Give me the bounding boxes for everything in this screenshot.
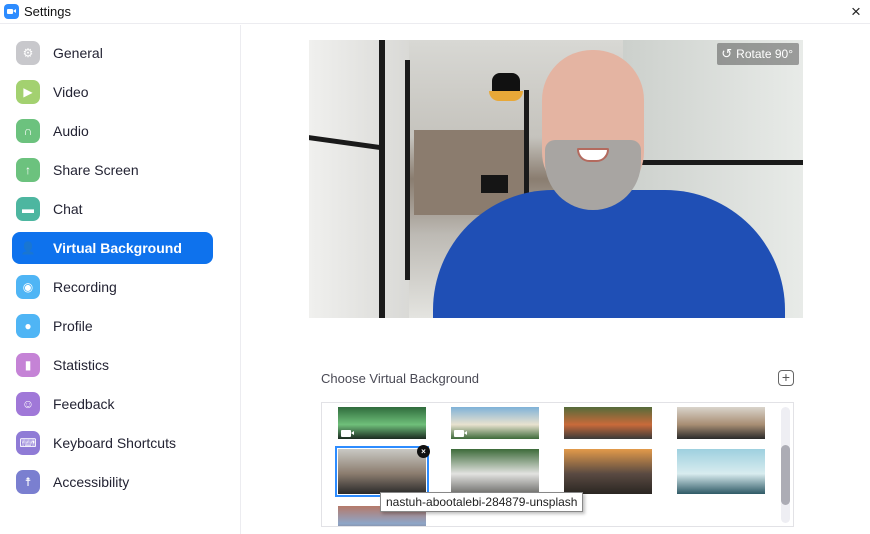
preview-background-tv: [481, 175, 508, 193]
delete-background-icon[interactable]: ×: [417, 445, 430, 458]
choose-background-label: Choose Virtual Background: [321, 371, 480, 386]
preview-background-wall: [309, 40, 409, 318]
sidebar-item-feedback[interactable]: ☺ Feedback: [12, 388, 213, 420]
chat-bubble-icon: ▬: [16, 197, 40, 221]
sidebar-item-label: Accessibility: [53, 474, 130, 490]
sidebar-item-label: General: [53, 45, 103, 61]
background-thumbnail-beach[interactable]: [451, 407, 539, 439]
preview-window-frame: [639, 160, 803, 165]
keyboard-icon: ⌨: [16, 431, 40, 455]
video-camera-icon: [454, 430, 467, 437]
background-thumbnail-aurora[interactable]: [338, 407, 426, 439]
video-camera-icon: [341, 430, 354, 437]
sidebar-item-label: Share Screen: [53, 162, 139, 178]
sidebar-item-keyboard-shortcuts[interactable]: ⌨ Keyboard Shortcuts: [12, 427, 213, 459]
gear-icon: ⚙: [16, 41, 40, 65]
preview-window-frame: [405, 60, 410, 280]
record-icon: ◉: [16, 275, 40, 299]
preview-pendant-lamp: [487, 65, 525, 109]
rotate-90-button[interactable]: ↺ Rotate 90°: [717, 43, 799, 65]
bar-chart-icon: ▮: [16, 353, 40, 377]
sidebar-item-label: Video: [53, 84, 89, 100]
accessibility-icon: ☨: [16, 470, 40, 494]
sidebar-item-recording[interactable]: ◉ Recording: [12, 271, 213, 303]
sidebar-item-general[interactable]: ⚙ General: [12, 37, 213, 69]
sidebar-item-statistics[interactable]: ▮ Statistics: [12, 349, 213, 381]
preview-window-frame: [379, 40, 385, 318]
profile-icon: ●: [16, 314, 40, 338]
rotate-icon: ↺: [721, 46, 733, 61]
grid-scrollbar[interactable]: [781, 407, 790, 523]
background-thumbnail-nastuh-abootalebi-284879-unsplash[interactable]: ×: [335, 445, 430, 497]
background-thumbnail-conference-room[interactable]: [451, 449, 539, 494]
sidebar-item-label: Audio: [53, 123, 89, 139]
background-thumbnail-highway[interactable]: [564, 407, 652, 439]
background-thumbnail-hallway[interactable]: [677, 407, 765, 439]
sidebar-item-label: Recording: [53, 279, 117, 295]
sidebar-item-video[interactable]: ▶ Video: [12, 76, 213, 108]
sidebar-item-profile[interactable]: ● Profile: [12, 310, 213, 342]
video-camera-icon: ▶: [16, 80, 40, 104]
sidebar-item-label: Profile: [53, 318, 93, 334]
title-bar: Settings ×: [0, 0, 870, 24]
smiley-icon: ☺: [16, 392, 40, 416]
sidebar-item-label: Keyboard Shortcuts: [53, 435, 176, 451]
sidebar-item-share-screen[interactable]: ↑ Share Screen: [12, 154, 213, 186]
sidebar-item-chat[interactable]: ▬ Chat: [12, 193, 213, 225]
sidebar-item-accessibility[interactable]: ☨ Accessibility: [12, 466, 213, 498]
sidebar-item-label: Virtual Background: [53, 240, 182, 256]
rotate-label: Rotate 90°: [736, 47, 793, 61]
headphones-icon: ∩: [16, 119, 40, 143]
thumbnail-tooltip: nastuh-abootalebi-284879-unsplash: [380, 492, 584, 512]
add-background-button[interactable]: +: [778, 370, 794, 386]
close-button[interactable]: ×: [846, 2, 866, 22]
zoom-app-icon: [4, 4, 19, 19]
sidebar-item-label: Statistics: [53, 357, 110, 373]
window-title: Settings: [24, 4, 71, 19]
sidebar-item-label: Feedback: [53, 396, 115, 412]
sidebar-item-audio[interactable]: ∩ Audio: [12, 115, 213, 147]
person-card-icon: 👤: [20, 241, 36, 255]
grid-scrollbar-thumb[interactable]: [781, 445, 790, 505]
video-preview: ↺ Rotate 90°: [309, 40, 803, 318]
settings-sidebar: ⚙ General ▶ Video ∩ Audio ↑ Share Screen ▬ Chat 👤 V…: [0, 25, 241, 534]
background-thumbnail-city-sunset[interactable]: [564, 449, 652, 494]
share-screen-icon: ↑: [16, 158, 40, 182]
background-thumbnail-skyline[interactable]: [677, 449, 765, 494]
sidebar-item-virtual-background[interactable]: 👤 Virtual Background: [12, 232, 213, 264]
sidebar-item-label: Chat: [53, 201, 83, 217]
